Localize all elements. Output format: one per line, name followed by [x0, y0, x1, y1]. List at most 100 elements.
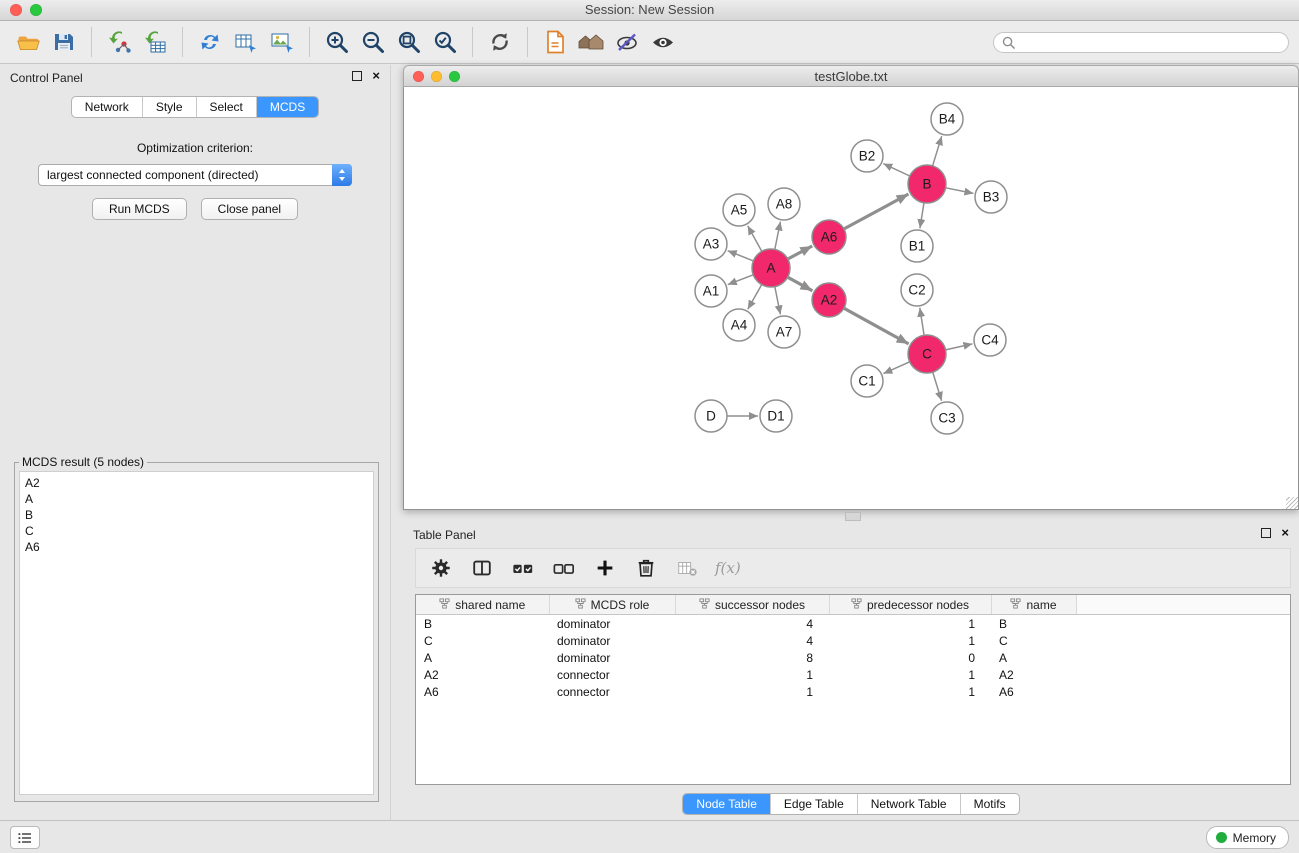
cell-predecessor-nodes[interactable]: 1: [829, 666, 991, 683]
table-tab-node-table[interactable]: Node Table: [683, 794, 770, 814]
float-panel-icon[interactable]: [1261, 528, 1271, 538]
network-window-titlebar[interactable]: testGlobe.txt: [403, 65, 1299, 87]
column-header-successor-nodes[interactable]: successor nodes: [675, 595, 829, 615]
node-C3[interactable]: C3: [931, 402, 963, 434]
edge-A-A3[interactable]: [728, 251, 754, 261]
cell-successor-nodes[interactable]: 1: [675, 666, 829, 683]
cell-successor-nodes[interactable]: 1: [675, 683, 829, 700]
deselect-all-button[interactable]: [551, 553, 577, 583]
cell-predecessor-nodes[interactable]: 1: [829, 683, 991, 700]
edge-B-B3[interactable]: [946, 188, 974, 194]
cell-shared-name[interactable]: A2: [416, 666, 549, 683]
home-button[interactable]: [573, 23, 609, 61]
node-C2[interactable]: C2: [901, 274, 933, 306]
tab-network[interactable]: Network: [72, 97, 142, 117]
zoom-out-button[interactable]: [355, 23, 391, 61]
delete-row-button[interactable]: [633, 553, 659, 583]
run-mcds-button[interactable]: Run MCDS: [92, 198, 187, 220]
cell-name[interactable]: A2: [991, 666, 1076, 683]
cell-name[interactable]: B: [991, 615, 1076, 633]
edge-A-A6[interactable]: [788, 246, 812, 259]
table-tab-motifs[interactable]: Motifs: [960, 794, 1019, 814]
table-row[interactable]: A2connector11A2: [416, 666, 1290, 683]
save-session-button[interactable]: [46, 23, 82, 61]
cell-shared-name[interactable]: A6: [416, 683, 549, 700]
cell-predecessor-nodes[interactable]: 1: [829, 615, 991, 633]
mcds-result-item[interactable]: B: [25, 507, 368, 523]
edge-C-C4[interactable]: [946, 344, 973, 350]
tab-select[interactable]: Select: [196, 97, 256, 117]
edge-B-B1[interactable]: [920, 203, 924, 228]
table-tab-network-table[interactable]: Network Table: [857, 794, 960, 814]
cell-successor-nodes[interactable]: 8: [675, 649, 829, 666]
resize-grip[interactable]: [1286, 497, 1298, 509]
node-A7[interactable]: A7: [768, 316, 800, 348]
node-A[interactable]: A: [752, 249, 790, 287]
column-header-shared-name[interactable]: shared name: [416, 595, 549, 615]
edge-C-C1[interactable]: [883, 362, 909, 374]
delete-table-button[interactable]: [674, 553, 700, 583]
edge-A-A2[interactable]: [788, 277, 813, 291]
cell-shared-name[interactable]: A: [416, 649, 549, 666]
mcds-result-item[interactable]: A2: [25, 475, 368, 491]
tab-style[interactable]: Style: [142, 97, 196, 117]
column-header-predecessor-nodes[interactable]: predecessor nodes: [829, 595, 991, 615]
cell-predecessor-nodes[interactable]: 1: [829, 632, 991, 649]
panel-splitter-handle[interactable]: [845, 512, 861, 521]
cell-name[interactable]: A6: [991, 683, 1076, 700]
column-header-name[interactable]: name: [991, 595, 1076, 615]
add-row-button[interactable]: [592, 553, 618, 583]
mcds-result-item[interactable]: A: [25, 491, 368, 507]
table-row[interactable]: Bdominator41B: [416, 615, 1290, 633]
task-history-button[interactable]: [10, 826, 40, 849]
zoom-in-button[interactable]: [319, 23, 355, 61]
export-table-button[interactable]: [228, 23, 264, 61]
open-file-button[interactable]: [10, 23, 46, 61]
node-B1[interactable]: B1: [901, 230, 933, 262]
edge-B-B4[interactable]: [933, 136, 942, 166]
node-A3[interactable]: A3: [695, 228, 727, 260]
node-A8[interactable]: A8: [768, 188, 800, 220]
cell-mcds-role[interactable]: connector: [549, 683, 675, 700]
cell-mcds-role[interactable]: connector: [549, 666, 675, 683]
cell-mcds-role[interactable]: dominator: [549, 649, 675, 666]
float-panel-icon[interactable]: [352, 71, 362, 81]
node-A1[interactable]: A1: [695, 275, 727, 307]
hide-panel-button[interactable]: [609, 23, 645, 61]
node-D[interactable]: D: [695, 400, 727, 432]
export-image-button[interactable]: [264, 23, 300, 61]
mcds-result-item[interactable]: A6: [25, 539, 368, 555]
zoom-selected-button[interactable]: [427, 23, 463, 61]
memory-button[interactable]: Memory: [1206, 826, 1289, 849]
cell-name[interactable]: C: [991, 632, 1076, 649]
edge-A2-C[interactable]: [844, 308, 909, 344]
search-input[interactable]: [1020, 34, 1280, 50]
close-window-button[interactable]: [10, 4, 22, 16]
show-panel-button[interactable]: [645, 23, 681, 61]
tab-mcds[interactable]: MCDS: [256, 97, 318, 117]
edge-B-B2[interactable]: [883, 164, 910, 176]
table-row[interactable]: A6connector11A6: [416, 683, 1290, 700]
cell-name[interactable]: A: [991, 649, 1076, 666]
node-A5[interactable]: A5: [723, 194, 755, 226]
edge-A-A4[interactable]: [748, 285, 762, 310]
column-visibility-button[interactable]: [469, 553, 495, 583]
node-B[interactable]: B: [908, 165, 946, 203]
cell-shared-name[interactable]: C: [416, 632, 549, 649]
node-A6[interactable]: A6: [812, 220, 846, 254]
edge-A-A7[interactable]: [775, 287, 781, 315]
column-header-mcds-role[interactable]: MCDS role: [549, 595, 675, 615]
mcds-result-item[interactable]: C: [25, 523, 368, 539]
select-all-button[interactable]: [510, 553, 536, 583]
close-panel-icon[interactable]: ×: [1281, 528, 1289, 538]
import-table-button[interactable]: [137, 23, 173, 61]
zoom-window-button[interactable]: [30, 4, 42, 16]
node-D1[interactable]: D1: [760, 400, 792, 432]
node-A2[interactable]: A2: [812, 283, 846, 317]
edge-A-A1[interactable]: [728, 275, 754, 285]
open-session-button[interactable]: [537, 23, 573, 61]
node-C4[interactable]: C4: [974, 324, 1006, 356]
cell-mcds-role[interactable]: dominator: [549, 615, 675, 633]
function-builder-button[interactable]: f(x): [715, 553, 741, 583]
cell-predecessor-nodes[interactable]: 0: [829, 649, 991, 666]
